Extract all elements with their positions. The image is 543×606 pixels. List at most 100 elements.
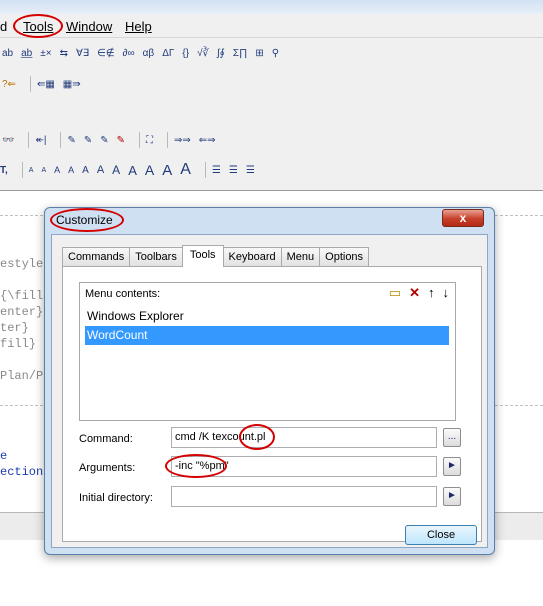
font-size-2-button[interactable]: A (41, 167, 46, 174)
symbol-4-icon[interactable]: ⇆ (60, 48, 68, 59)
font-size-5-button[interactable]: A (82, 165, 89, 176)
menu-window[interactable]: Window (66, 19, 112, 34)
pencil-icon[interactable]: ✎ (67, 135, 75, 146)
code-line: e (0, 449, 8, 463)
dialog-body: Commands Toolbars Tools Keyboard Menu Op… (51, 234, 488, 548)
font-size-11-button[interactable]: A (180, 161, 191, 179)
symbol-8-icon[interactable]: αβ (143, 48, 155, 59)
tab-commands[interactable]: Commands (62, 247, 131, 266)
grid-right-icon[interactable]: ▦⇛ (63, 79, 81, 90)
delete-icon[interactable]: ✕ (409, 285, 420, 301)
code-line: estyle (0, 257, 44, 271)
pencil-next-icon[interactable]: ✎ (100, 135, 108, 146)
arguments-label: Arguments: (79, 462, 136, 474)
symbol-5-icon[interactable]: ∀∃ (76, 48, 89, 59)
menu-tools-label: Tools (23, 19, 54, 34)
toolbar-row-3: 👓 ↞| ✎ ✎ ✎ ✎ ⛶ ⇒⇒ ⇐⇒ (2, 128, 224, 152)
initial-directory-label: Initial directory: (79, 492, 153, 504)
symbol-14-icon[interactable]: ⊞ (255, 48, 263, 59)
symbol-6-icon[interactable]: ∈∉ (97, 48, 114, 59)
title-bar (0, 0, 543, 14)
font-prefix[interactable]: T, (0, 165, 8, 176)
browse-button[interactable]: ... (443, 428, 461, 447)
font-size-7-button[interactable]: A (112, 163, 120, 177)
symbol-13-icon[interactable]: Σ∏ (233, 48, 247, 59)
menu-tools[interactable]: Tools (23, 19, 53, 34)
toolbar-separator (28, 132, 30, 148)
font-size-1-button[interactable]: A (29, 167, 34, 174)
tab-menu[interactable]: Menu (280, 247, 321, 266)
symbol-1-icon[interactable]: ab (2, 48, 13, 59)
arguments-menu-button[interactable]: ► (443, 457, 461, 476)
initial-directory-field[interactable] (171, 486, 437, 507)
menu-bar: d Tools Window Help (0, 14, 543, 38)
customize-dialog: Customize x Commands Toolbars Tools Keyb… (44, 207, 495, 555)
symbol-11-icon[interactable]: √∛ (197, 48, 209, 59)
code-line: ection (0, 465, 44, 479)
code-line: ter} (0, 321, 29, 335)
tab-strip: Commands Toolbars Tools Keyboard Menu Op… (62, 245, 370, 267)
menu-contents-label: Menu contents: (85, 288, 161, 300)
toolbar-separator (204, 162, 206, 178)
close-button[interactable]: Close (405, 525, 477, 545)
symbol-3-icon[interactable]: ±× (40, 48, 51, 59)
arguments-field[interactable]: -inc "%pm" (171, 456, 437, 477)
symbol-7-icon[interactable]: ∂∞ (123, 48, 135, 59)
font-size-9-button[interactable]: A (145, 162, 154, 178)
step-back-icon[interactable]: ↞| (35, 135, 46, 146)
font-size-row: T, A A A A A A A A A A A ☰ ☰ ☰ (0, 158, 263, 182)
question-icon[interactable]: ?⇐ (2, 79, 16, 90)
command-label: Command: (79, 433, 133, 445)
pencil-delete-icon[interactable]: ✎ (117, 135, 125, 146)
toolbar-separator (139, 132, 140, 148)
list-item[interactable]: Windows Explorer (85, 307, 449, 326)
tab-toolbars[interactable]: Toolbars (129, 247, 183, 266)
align-center-icon[interactable]: ☰ (229, 165, 238, 176)
menu-contents-toolbar: ▭ ✕ ↑ ↓ (389, 285, 449, 301)
tab-tools[interactable]: Tools (181, 245, 224, 267)
menu-edit-partial[interactable]: d (0, 19, 7, 34)
toolbar-separator (29, 76, 31, 92)
grid-left-icon[interactable]: ⇚▦ (37, 79, 55, 90)
tab-options[interactable]: Options (319, 247, 370, 266)
toolbar-row-2: ?⇐ ⇚▦ ▦⇛ (2, 72, 89, 96)
toolbar-separator (167, 132, 168, 148)
align-right-icon[interactable]: ☰ (246, 165, 255, 176)
menu-window-label: Window (66, 19, 113, 34)
find-prev-icon[interactable]: ⇐⇒ (199, 135, 216, 146)
symbol-12-icon[interactable]: ∫∮ (217, 48, 225, 59)
command-field[interactable]: cmd /K texcount.pl (171, 427, 437, 448)
symbol-10-icon[interactable]: {} (182, 48, 189, 59)
menu-help-label: Help (125, 19, 152, 34)
toolbar-separator (21, 162, 23, 178)
toolbar-separator (60, 132, 62, 148)
move-up-icon[interactable]: ↑ (428, 285, 435, 301)
tools-list[interactable]: Windows Explorer WordCount (85, 307, 449, 413)
code-line: enter} (0, 305, 44, 319)
font-size-8-button[interactable]: A (128, 163, 137, 178)
menu-contents-group: Menu contents: ▭ ✕ ↑ ↓ Windows Explorer … (79, 282, 456, 421)
symbol-9-icon[interactable]: ΔΓ (162, 48, 174, 59)
bookmark-icon[interactable]: ⛶ (146, 135, 153, 146)
symbol-15-icon[interactable]: ⚲ (272, 48, 279, 59)
font-size-6-button[interactable]: A (97, 164, 104, 176)
binoculars-icon[interactable]: 👓 (2, 135, 14, 146)
directory-menu-button[interactable]: ► (443, 487, 461, 506)
code-line: Plan/Pl (0, 369, 51, 383)
font-size-10-button[interactable]: A (162, 162, 172, 179)
find-next-icon[interactable]: ⇒⇒ (174, 135, 191, 146)
list-item[interactable]: WordCount (85, 326, 449, 345)
pencil-prev-icon[interactable]: ✎ (84, 135, 92, 146)
dialog-title: Customize (56, 213, 113, 227)
align-left-icon[interactable]: ☰ (212, 165, 221, 176)
math-symbols-row: ab a̲b̲ ±× ⇆ ∀∃ ∈∉ ∂∞ αβ ΔΓ {} √∛ ∫∮ Σ∏ … (2, 41, 287, 65)
menu-help[interactable]: Help (125, 19, 152, 34)
close-icon[interactable]: x (442, 209, 484, 227)
font-size-3-button[interactable]: A (54, 165, 60, 175)
font-size-4-button[interactable]: A (68, 165, 74, 175)
symbol-2-icon[interactable]: a̲b̲ (21, 48, 32, 59)
tab-keyboard[interactable]: Keyboard (222, 247, 282, 266)
move-down-icon[interactable]: ↓ (443, 285, 450, 301)
code-line: fill} (0, 337, 37, 351)
new-item-icon[interactable]: ▭ (389, 285, 401, 301)
